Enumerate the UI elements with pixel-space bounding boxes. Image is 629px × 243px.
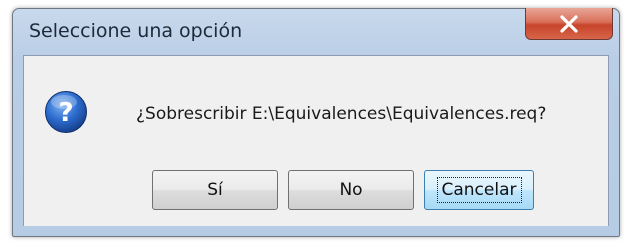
- dialog-window: Seleccione una opción ? ¿Sobrescribir E:…: [12, 8, 620, 237]
- yes-button[interactable]: Sí: [152, 170, 278, 210]
- button-row: Sí No Cancelar: [152, 170, 534, 210]
- dialog-body: ? ¿Sobrescribir E:\Equivalences\Equivale…: [23, 55, 609, 226]
- cancel-button[interactable]: Cancelar: [424, 170, 534, 210]
- yes-button-label: Sí: [207, 180, 223, 200]
- dialog-message: ¿Sobrescribir E:\Equivalences\Equivalenc…: [136, 104, 547, 124]
- no-button-label: No: [339, 180, 363, 200]
- title-bar[interactable]: Seleccione una opción: [13, 8, 619, 53]
- cancel-button-label: Cancelar: [436, 177, 522, 203]
- no-button[interactable]: No: [288, 170, 414, 210]
- svg-text:?: ?: [58, 98, 73, 128]
- close-button[interactable]: [525, 8, 613, 40]
- window-title: Seleccione una opción: [29, 20, 243, 42]
- question-icon: ?: [45, 91, 87, 133]
- close-icon: [560, 14, 578, 33]
